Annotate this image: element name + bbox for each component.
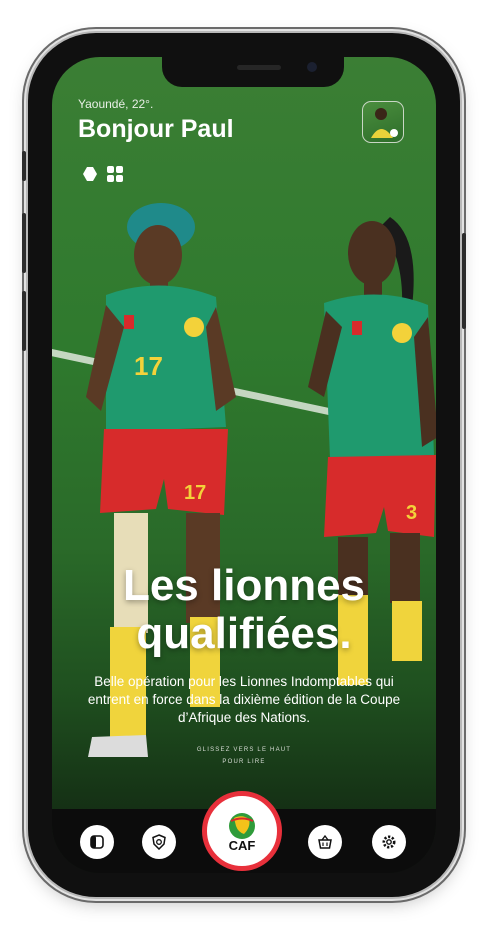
caf-logo-text: CAF [228,837,256,853]
volume-down-button [22,291,26,351]
panel-button[interactable] [80,825,114,859]
headline-line-1: Les lionnes [122,561,366,610]
grid-view-icon[interactable] [106,165,124,183]
notch [162,57,344,87]
front-camera [307,62,317,72]
settings-button[interactable] [372,825,406,859]
speaker [237,65,281,70]
basket-button[interactable] [308,825,342,859]
swipe-hint-line-2: POUR LIRE [222,759,266,765]
avatar[interactable] [362,101,404,143]
single-view-icon[interactable] [82,166,98,182]
greeting-title: Bonjour Paul [78,115,234,143]
svg-text:17: 17 [184,482,206,504]
swipe-hint: GLISSEZ VERS LE HAUT POUR LIRE [52,744,436,768]
shield-icon [152,834,166,850]
phone-frame: 17 17 3 Yaoundé, 22°. Bonjour Paul Les l… [22,33,466,897]
svg-text:3: 3 [406,502,417,524]
weather-text: Yaoundé, 22°. [78,97,154,111]
svg-text:17: 17 [134,351,163,381]
screen[interactable]: 17 17 3 Yaoundé, 22°. Bonjour Paul Les l… [52,57,436,873]
basket-icon [318,834,332,849]
swipe-hint-line-1: GLISSEZ VERS LE HAUT [196,747,292,753]
story-headline: Les lionnes qualifiées. [52,562,436,658]
shield-button[interactable] [142,825,176,859]
gear-icon [382,835,396,849]
story-summary: Belle opération pour les Lionnes Indompt… [87,674,401,725]
view-toggle[interactable] [82,165,124,183]
panel-icon [90,835,104,849]
caf-logo-icon [229,812,255,839]
mute-switch [22,151,26,181]
avatar-image [371,108,398,138]
power-button [462,233,466,329]
headline-line-2: qualifiées. [136,609,352,658]
caf-home-button[interactable]: CAF [202,791,282,871]
volume-up-button [22,213,26,273]
